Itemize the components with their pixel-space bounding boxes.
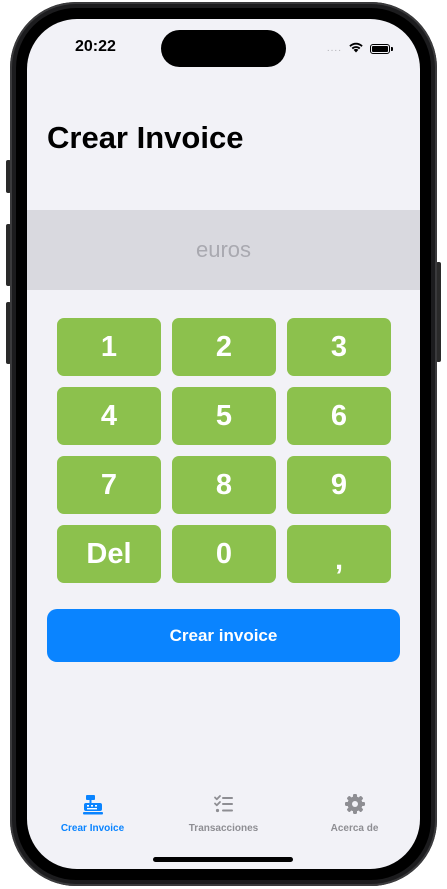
checklist-icon	[213, 793, 235, 815]
amount-input[interactable]	[27, 210, 420, 290]
tab-label: Transacciones	[188, 823, 259, 834]
key-3[interactable]: 3	[287, 318, 391, 376]
tab-acerca-de[interactable]: Acerca de	[289, 784, 420, 869]
cash-register-icon	[82, 793, 104, 815]
numeric-keypad: 1 2 3 4 5 6 7 8 9 Del 0 ,	[57, 318, 391, 583]
key-0[interactable]: 0	[172, 525, 276, 583]
key-7[interactable]: 7	[57, 456, 161, 514]
key-label: 7	[100, 468, 118, 501]
home-indicator[interactable]	[153, 857, 293, 862]
tab-crear-invoice[interactable]: Crear Invoice	[27, 784, 158, 869]
status-bar: 20:22 ....	[27, 19, 420, 73]
screen: 20:22 .... Crear Invoice euros 1 2 3 4 5…	[27, 19, 420, 869]
create-invoice-button-label: Crear invoice	[169, 625, 278, 645]
wifi-icon	[348, 40, 364, 58]
tab-label: Crear Invoice	[60, 823, 125, 834]
status-time: 20:22	[75, 38, 116, 55]
page-title: Crear Invoice	[47, 120, 244, 155]
key-1[interactable]: 1	[57, 318, 161, 376]
key-8[interactable]: 8	[172, 456, 276, 514]
key-label: 6	[330, 399, 348, 432]
key-label: ,	[334, 543, 344, 576]
device: 20:22 .... Crear Invoice euros 1 2 3 4 5…	[0, 0, 447, 889]
key-2[interactable]: 2	[172, 318, 276, 376]
battery-icon	[370, 44, 393, 54]
key-label: Del	[86, 537, 132, 570]
key-6[interactable]: 6	[287, 387, 391, 445]
amount-field-container	[27, 210, 420, 290]
key-label: 1	[100, 330, 118, 363]
key-label: 9	[330, 468, 348, 501]
key-9[interactable]: 9	[287, 456, 391, 514]
gear-icon	[344, 793, 366, 815]
tab-label: Acerca de	[330, 823, 379, 834]
key-label: 4	[100, 399, 118, 432]
key-delete[interactable]: Del	[57, 525, 161, 583]
status-indicators: ....	[326, 40, 393, 58]
key-decimal-comma[interactable]: ,	[287, 525, 391, 583]
key-4[interactable]: 4	[57, 387, 161, 445]
cellular-signal-icon: ....	[326, 43, 342, 54]
key-5[interactable]: 5	[172, 387, 276, 445]
key-label: 5	[215, 399, 233, 432]
dynamic-island	[161, 30, 286, 67]
create-invoice-button[interactable]: Crear invoice	[47, 609, 400, 662]
key-label: 8	[215, 468, 233, 501]
key-label: 3	[330, 330, 348, 363]
key-label: 2	[215, 330, 233, 363]
key-label: 0	[215, 537, 233, 570]
